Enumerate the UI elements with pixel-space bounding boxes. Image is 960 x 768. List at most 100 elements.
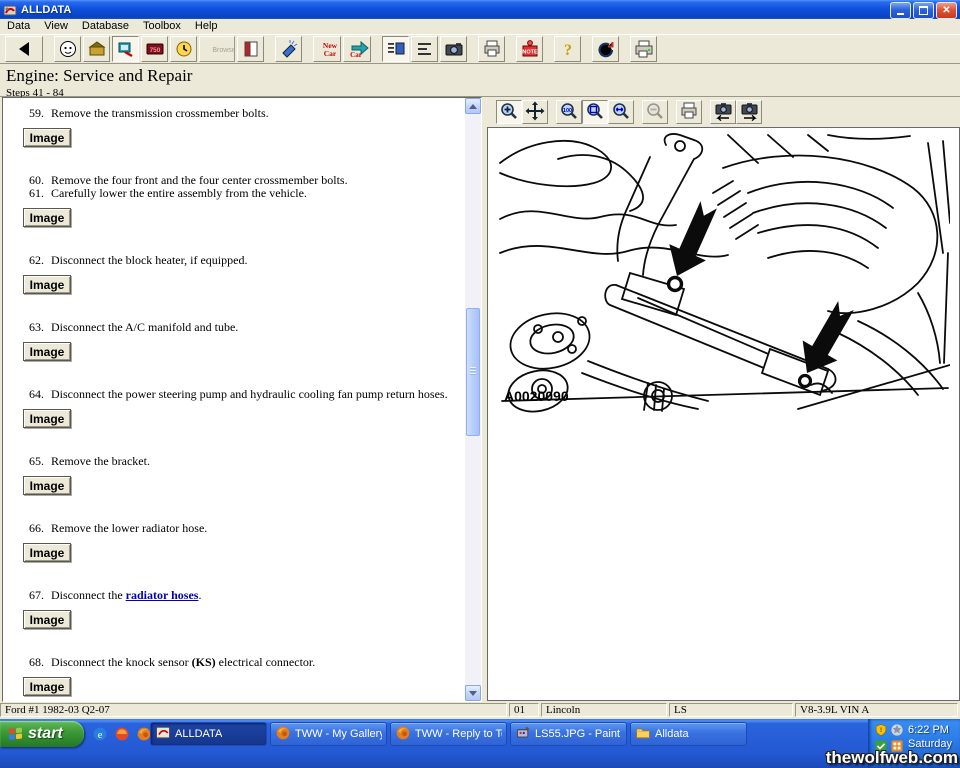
toolbar-camera-button[interactable] <box>440 36 467 62</box>
viewer-zoom-in-button[interactable] <box>496 100 522 124</box>
task-button-area: ALLDATA TWW - My Gallery - M... TWW - Repl… <box>150 722 747 746</box>
toolbar-browse-button[interactable]: Browse <box>199 36 235 62</box>
toolbar-text-view-button[interactable] <box>411 36 438 62</box>
status-section: 01 <box>509 703 539 717</box>
step-group: 59.Remove the transmission crossmember b… <box>3 107 465 147</box>
viewer-pan-button[interactable] <box>522 100 548 124</box>
close-button[interactable]: ✕ <box>936 2 957 19</box>
task-label: TWW - Reply to Topic... <box>415 728 502 740</box>
viewer-prev-image-button[interactable] <box>710 100 736 124</box>
image-button[interactable]: Image <box>23 610 71 629</box>
toolbar-history-button[interactable] <box>592 36 619 62</box>
step-text-segment: Carefully lower the entire assembly from… <box>51 186 307 200</box>
viewer-zoom-100-button[interactable]: 100 <box>556 100 582 124</box>
step-number: 65. <box>29 455 51 468</box>
step-text-segment: Remove the bracket. <box>51 454 150 468</box>
step-number: 63. <box>29 321 51 334</box>
image-button[interactable]: Image <box>23 543 71 562</box>
toolbar-wash-button[interactable] <box>275 36 302 62</box>
task-button-tww-my-gallery-m[interactable]: TWW - My Gallery - M... <box>270 722 387 746</box>
viewer-next-image-button[interactable] <box>736 100 762 124</box>
task-label: Alldata <box>655 728 689 740</box>
image-button[interactable]: Image <box>23 677 71 696</box>
figure-label: A0020090 <box>504 388 569 404</box>
toolbar-fax-button[interactable] <box>630 36 657 62</box>
svg-text:750: 750 <box>149 47 160 54</box>
task-button-ls55-jpg-paint[interactable]: LS55.JPG - Paint <box>510 722 627 746</box>
toolbar-find-vehicle-button[interactable] <box>54 36 81 62</box>
image-button[interactable]: Image <box>23 208 71 227</box>
toolbar-separator <box>44 49 53 50</box>
step-number: 62. <box>29 254 51 267</box>
viewer-print-button[interactable] <box>676 100 702 124</box>
step-text: Remove the lower radiator hose. <box>51 522 207 535</box>
step-line: 67.Disconnect the radiator hoses. <box>3 589 465 602</box>
status-section: Lincoln <box>541 703 667 717</box>
start-button[interactable]: start <box>0 721 84 747</box>
menu-item-view[interactable]: View <box>37 19 75 34</box>
menu-item-database[interactable]: Database <box>75 19 136 34</box>
viewer-fit-width-button[interactable] <box>608 100 634 124</box>
image-button[interactable]: Image <box>23 342 71 361</box>
toolbar-separator <box>582 49 591 50</box>
find-vehicle-icon <box>58 39 78 59</box>
image-button[interactable]: Image <box>23 409 71 428</box>
app-icon <box>3 3 17 17</box>
fit-width-icon <box>611 101 631 124</box>
menu-item-toolbox[interactable]: Toolbox <box>136 19 188 34</box>
step-group: 67.Disconnect the radiator hoses. Image <box>3 589 465 629</box>
zoom-out-icon <box>645 101 665 124</box>
quick-launch-internet-explorer-icon[interactable]: e <box>92 726 108 742</box>
scroll-up-button[interactable] <box>465 98 481 114</box>
image-button[interactable]: Image <box>23 128 71 147</box>
next-image-icon <box>737 101 761 124</box>
toolbar-reminder-button[interactable] <box>170 36 197 62</box>
prev-image-icon <box>711 101 735 124</box>
vertical-scrollbar[interactable] <box>465 98 481 701</box>
toolbar-separator <box>544 49 553 50</box>
toolbar-gauge-button[interactable]: 750 <box>141 36 168 62</box>
toolbar-print-button[interactable] <box>478 36 505 62</box>
image-button[interactable]: Image <box>23 476 71 495</box>
step-number: 64. <box>29 388 51 401</box>
scroll-down-button[interactable] <box>465 685 481 701</box>
note-icon: NOTE <box>520 39 540 59</box>
step-line: 63.Disconnect the A/C manifold and tube. <box>3 321 465 334</box>
step-text: Disconnect the power steering pump and h… <box>51 388 448 401</box>
task-button-tww-reply-to-topic[interactable]: TWW - Reply to Topic... <box>390 722 507 746</box>
image-viewer-pane: 100 <box>487 97 960 702</box>
tray-messenger-icon[interactable] <box>890 723 904 737</box>
step-group: 60.Remove the four front and the four ce… <box>3 174 465 227</box>
scrollbar-thumb[interactable] <box>466 308 480 436</box>
fax-icon <box>634 39 654 59</box>
toolbar-note-button[interactable]: NOTE <box>516 36 543 62</box>
toolbar-new-car-button[interactable]: NewCar <box>313 36 341 62</box>
step-line: 66.Remove the lower radiator hose. <box>3 522 465 535</box>
quick-launch-quick-launch-app-icon[interactable] <box>114 726 130 742</box>
tray-shield-icon[interactable]: ! <box>874 723 888 737</box>
wash-icon <box>279 39 299 59</box>
menu-item-data[interactable]: Data <box>0 19 37 34</box>
task-button-alldata[interactable]: Alldata <box>630 722 747 746</box>
toolbar-repair-button[interactable] <box>112 36 139 62</box>
task-label: TWW - My Gallery - M... <box>295 728 382 740</box>
menu-item-help[interactable]: Help <box>188 19 225 34</box>
toolbar-book-button[interactable] <box>237 36 264 62</box>
toolbar-back-button[interactable] <box>5 36 43 62</box>
toolbar-shop-button[interactable] <box>83 36 110 62</box>
toolbar-list-view-button[interactable] <box>382 36 409 62</box>
toolbar-help-button[interactable]: ? <box>554 36 581 62</box>
step-link[interactable]: radiator hoses <box>126 588 199 602</box>
image-button[interactable]: Image <box>23 275 71 294</box>
minimize-button[interactable] <box>890 2 911 19</box>
viewer-fit-page-button[interactable] <box>582 100 608 124</box>
task-button-alldata[interactable]: ALLDATA <box>150 722 267 746</box>
toolbar-used-car-button[interactable]: Car <box>343 36 371 62</box>
restore-button[interactable] <box>913 2 934 19</box>
procedure-pane: 59.Remove the transmission crossmember b… <box>2 97 482 702</box>
viewer-zoom-out-button[interactable] <box>642 100 668 124</box>
watermark: thewolfweb.com <box>826 748 958 768</box>
svg-text:Browse: Browse <box>212 47 234 54</box>
image-canvas: A0020090 <box>487 127 960 701</box>
print-icon <box>482 39 502 59</box>
